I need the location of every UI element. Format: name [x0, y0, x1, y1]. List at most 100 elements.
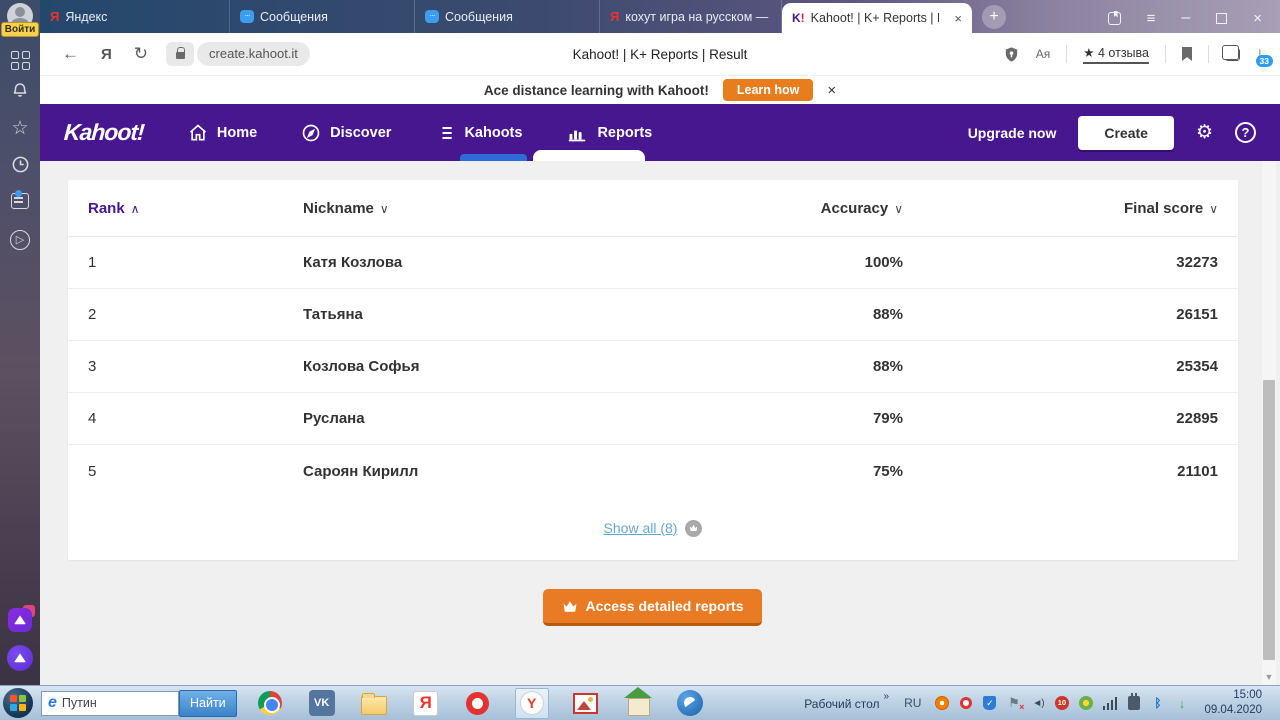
nav-label: Discover	[330, 125, 391, 141]
score-cell: 25354	[903, 358, 1218, 375]
browser-sidebar: Войти ☆ ▷	[0, 0, 40, 685]
eset-tray-icon[interactable]	[1078, 696, 1093, 711]
tab-messages-2[interactable]: ··· Сообщения	[415, 0, 600, 33]
sort-desc-icon: ∨	[1209, 202, 1218, 216]
tab-yandex[interactable]: Я Яндекс	[40, 0, 230, 33]
collections-icon[interactable]	[1225, 48, 1240, 61]
scrollbar-down-icon[interactable]: ▼	[1263, 672, 1275, 682]
new-tab-button[interactable]: +	[982, 5, 1006, 29]
yandex-service-circle-icon[interactable]	[0, 645, 40, 676]
home-icon	[188, 123, 208, 143]
tab-label: Сообщения	[445, 10, 513, 24]
power-plug-icon[interactable]	[1126, 696, 1141, 711]
window-maximize-button[interactable]	[1216, 13, 1227, 24]
nickname-cell: Катя Козлова	[303, 254, 718, 271]
rank-cell: 5	[88, 463, 303, 480]
explorer-folder-icon[interactable]	[359, 688, 389, 718]
column-header-accuracy[interactable]: Accuracy∨	[718, 200, 903, 217]
win10-update-icon[interactable]: 10	[1054, 696, 1069, 711]
banner-text: Ace distance learning with Kahoot!	[484, 83, 709, 98]
nav-item-reports[interactable]: Reports	[566, 123, 652, 143]
yandex-service-square-icon[interactable]	[0, 608, 40, 637]
video-play-icon[interactable]: ▷	[0, 230, 40, 250]
column-header-nickname[interactable]: Nickname∨	[303, 200, 718, 217]
opera-tray-icon[interactable]	[958, 696, 973, 711]
system-clock[interactable]: 15:00 09.04.2020	[1198, 688, 1272, 718]
accuracy-cell: 75%	[718, 463, 903, 480]
nav-item-kahoots[interactable]: Kahoots	[435, 123, 522, 143]
nickname-cell: Сароян Кирилл	[303, 463, 718, 480]
tab-close-icon[interactable]: ×	[954, 11, 962, 26]
scrollbar-thumb[interactable]	[1263, 380, 1275, 660]
rank-cell: 1	[88, 254, 303, 271]
login-badge[interactable]: Войти	[1, 22, 39, 37]
kahoot-favicon: K!	[792, 11, 805, 25]
download-tray-icon[interactable]: ↓	[1174, 696, 1189, 711]
column-header-rank[interactable]: Rank∧	[88, 200, 303, 217]
reviews-rating[interactable]: ★ 4 отзыва	[1083, 45, 1149, 64]
clock-date: 09.04.2020	[1204, 703, 1262, 718]
bookmark-flag-icon[interactable]	[1182, 47, 1192, 61]
taskbar-search[interactable]: e	[41, 691, 179, 716]
refresh-icon[interactable]: ↻	[134, 44, 148, 64]
desktop-toolbar-label[interactable]: Рабочий стол»	[804, 695, 885, 711]
browser-menu-icon[interactable]: ≡	[1147, 10, 1156, 27]
tab-kahoot-search[interactable]: Я кохут игра на русском —	[600, 0, 782, 33]
tab-label: Сообщения	[260, 10, 328, 24]
taskbar-search-input[interactable]	[62, 696, 152, 710]
create-button[interactable]: Create	[1078, 116, 1174, 150]
show-all-link[interactable]: Show all (8)	[604, 520, 678, 536]
crown-icon	[562, 600, 578, 613]
subtab-active-white[interactable]	[533, 150, 645, 161]
score-cell: 21101	[903, 463, 1218, 480]
nav-item-discover[interactable]: Discover	[301, 123, 391, 143]
bookmarks-panel-icon[interactable]	[1108, 12, 1121, 25]
edge-blue-icon[interactable]	[675, 688, 705, 718]
tab-messages-1[interactable]: ··· Сообщения	[230, 0, 415, 33]
favorites-star-icon[interactable]: ☆	[0, 117, 40, 140]
yandex-app-icon[interactable]: Я	[411, 688, 441, 718]
vk-icon[interactable]: VK	[307, 688, 337, 718]
window-minimize-button[interactable]: –	[1181, 9, 1190, 27]
ssl-lock-icon[interactable]	[166, 42, 194, 66]
yandex-tray-icon[interactable]	[934, 696, 949, 711]
kahoot-logo[interactable]: Kahoot!	[63, 119, 145, 146]
bluetooth-icon[interactable]: ᛒ	[1150, 696, 1165, 711]
volume-icon[interactable]: ◄)	[1030, 696, 1045, 711]
learn-how-button[interactable]: Learn how	[723, 79, 814, 101]
gear-icon[interactable]: ⚙	[1196, 121, 1213, 144]
antivirus-shield-icon[interactable]: ✓	[982, 696, 997, 711]
network-signal-icon[interactable]	[1102, 696, 1117, 711]
find-button[interactable]: Найти	[179, 690, 237, 717]
access-detailed-reports-button[interactable]: Access detailed reports	[543, 589, 762, 626]
table-row: 5 Сароян Кирилл 75% 21101	[68, 445, 1238, 497]
leaderboard-card: Rank∧ Nickname∨ Accuracy∨ Final score∨ 1…	[68, 180, 1238, 560]
column-header-final-score[interactable]: Final score∨	[903, 200, 1218, 217]
tab-kahoot-reports-active[interactable]: K! Kahoot! | K+ Reports | R ×	[782, 3, 972, 33]
banner-close-icon[interactable]: ×	[827, 82, 836, 99]
tab-label: Яндекс	[65, 10, 107, 24]
collections-docs-icon[interactable]	[0, 193, 40, 214]
upgrade-now-link[interactable]: Upgrade now	[968, 125, 1057, 141]
yandex-browser-icon-active[interactable]: Y	[515, 688, 549, 719]
action-center-flag-icon[interactable]: ⚑	[1006, 696, 1021, 711]
translate-icon[interactable]: Aя	[1036, 47, 1051, 61]
chrome-icon[interactable]	[255, 688, 285, 718]
address-bar[interactable]: create.kahoot.it	[197, 42, 310, 66]
back-icon[interactable]: ←	[62, 44, 79, 64]
subtab-indicator-blue[interactable]	[460, 154, 527, 161]
history-clock-icon[interactable]	[0, 155, 40, 179]
opera-icon[interactable]	[463, 688, 493, 718]
image-viewer-icon[interactable]	[571, 688, 601, 718]
protect-shield-icon[interactable]	[1003, 46, 1020, 63]
language-indicator[interactable]: RU	[904, 696, 921, 710]
nav-item-home[interactable]: Home	[188, 123, 257, 143]
yandex-home-icon[interactable]: Я	[101, 46, 112, 63]
start-button[interactable]	[3, 688, 33, 718]
apps-grid-icon[interactable]	[0, 46, 40, 70]
help-icon[interactable]: ?	[1235, 122, 1256, 143]
notifications-bell-icon[interactable]	[0, 81, 40, 104]
home-app-icon[interactable]	[623, 688, 653, 718]
window-close-button[interactable]: ×	[1253, 10, 1262, 27]
downloads-icon[interactable]: ↓33	[1256, 45, 1264, 63]
